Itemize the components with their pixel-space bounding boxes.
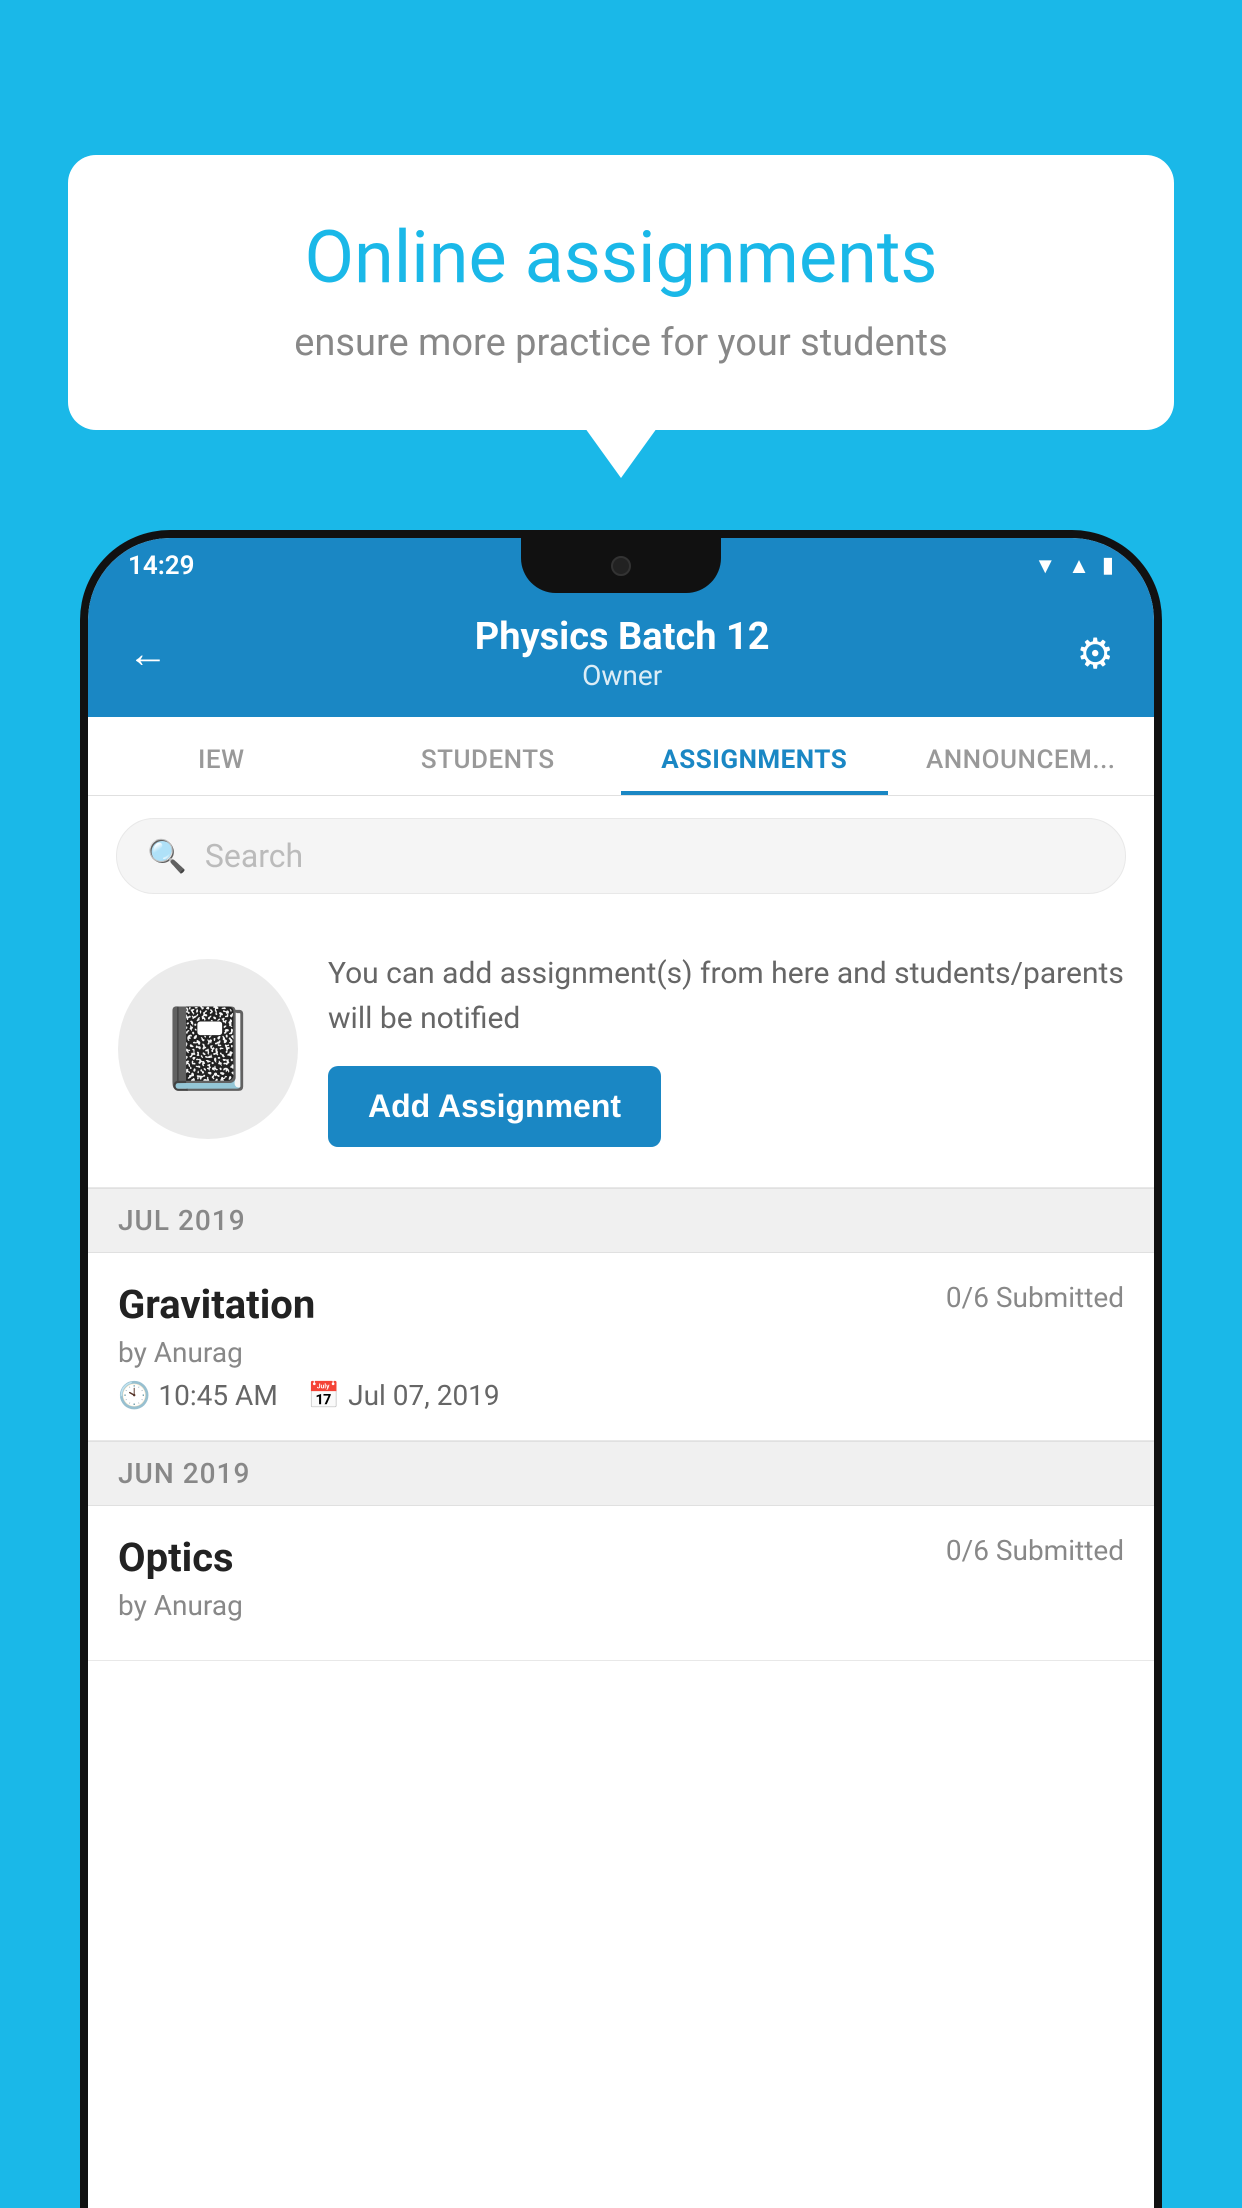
tab-bar: IEW STUDENTS ASSIGNMENTS ANNOUNCEM... <box>88 717 1154 796</box>
phone-screen: 14:29 ▼ ▲ ▮ ← Physics Batch 12 Owner ⚙ <box>88 538 1154 2208</box>
assignment-item-optics[interactable]: Optics 0/6 Submitted by Anurag <box>88 1506 1154 1661</box>
tab-assignments[interactable]: ASSIGNMENTS <box>621 717 888 795</box>
notebook-icon: 📓 <box>158 1002 258 1096</box>
tab-announcements[interactable]: ANNOUNCEM... <box>888 717 1155 795</box>
clock-icon: 🕙 <box>118 1381 150 1411</box>
header-subtitle: Owner <box>168 659 1076 692</box>
bubble-title: Online assignments <box>138 215 1104 301</box>
assignment-by: by Anurag <box>118 1336 1124 1369</box>
calendar-icon: 📅 <box>308 1381 340 1411</box>
tab-overview[interactable]: IEW <box>88 717 355 795</box>
assignment-by-optics: by Anurag <box>118 1589 1124 1622</box>
assignment-time-value: 10:45 AM <box>158 1379 277 1412</box>
header-title: Physics Batch 12 <box>168 615 1076 659</box>
status-time: 14:29 <box>128 551 195 581</box>
assignment-meta: 🕙 10:45 AM 📅 Jul 07, 2019 <box>118 1379 1124 1412</box>
assignment-item-gravitation[interactable]: Gravitation 0/6 Submitted by Anurag 🕙 10… <box>88 1253 1154 1441</box>
assignment-submitted: 0/6 Submitted <box>946 1281 1124 1314</box>
assignment-submitted-optics: 0/6 Submitted <box>946 1534 1124 1567</box>
promo-text: You can add assignment(s) from here and … <box>328 951 1124 1041</box>
promo-block: 📓 You can add assignment(s) from here an… <box>88 916 1154 1188</box>
app-header: ← Physics Batch 12 Owner ⚙ <box>88 593 1154 717</box>
assignment-date: 📅 Jul 07, 2019 <box>308 1379 500 1412</box>
assignment-date-value: Jul 07, 2019 <box>348 1379 500 1412</box>
bubble-subtitle: ensure more practice for your students <box>138 321 1104 365</box>
header-title-block: Physics Batch 12 Owner <box>168 615 1076 692</box>
status-icons: ▼ ▲ ▮ <box>1034 553 1114 579</box>
assignment-title: Gravitation <box>118 1281 315 1328</box>
section-header-jul: JUL 2019 <box>88 1188 1154 1253</box>
camera-dot <box>611 556 631 576</box>
speech-bubble: Online assignments ensure more practice … <box>68 155 1174 430</box>
phone-inner: 14:29 ▼ ▲ ▮ ← Physics Batch 12 Owner ⚙ <box>88 538 1154 2208</box>
speech-bubble-container: Online assignments ensure more practice … <box>68 155 1174 430</box>
settings-icon[interactable]: ⚙ <box>1076 629 1114 679</box>
status-bar: 14:29 ▼ ▲ ▮ <box>88 538 1154 593</box>
promo-content: You can add assignment(s) from here and … <box>328 951 1124 1147</box>
battery-icon: ▮ <box>1102 553 1114 578</box>
back-button[interactable]: ← <box>128 630 168 677</box>
assignment-top-row-optics: Optics 0/6 Submitted <box>118 1534 1124 1581</box>
search-icon: 🔍 <box>147 837 187 875</box>
search-bar-container: 🔍 Search <box>88 796 1154 916</box>
signal-icon: ▲ <box>1068 553 1090 579</box>
add-assignment-button[interactable]: Add Assignment <box>328 1066 661 1147</box>
assignment-top-row: Gravitation 0/6 Submitted <box>118 1281 1124 1328</box>
assignment-title-optics: Optics <box>118 1534 234 1581</box>
search-bar[interactable]: 🔍 Search <box>116 818 1126 894</box>
assignment-time: 🕙 10:45 AM <box>118 1379 278 1412</box>
tab-students[interactable]: STUDENTS <box>355 717 622 795</box>
promo-icon-circle: 📓 <box>118 959 298 1139</box>
section-header-jun: JUN 2019 <box>88 1441 1154 1506</box>
wifi-icon: ▼ <box>1034 553 1056 579</box>
phone-frame: 14:29 ▼ ▲ ▮ ← Physics Batch 12 Owner ⚙ <box>80 530 1162 2208</box>
notch <box>521 538 721 593</box>
search-placeholder: Search <box>205 837 303 875</box>
